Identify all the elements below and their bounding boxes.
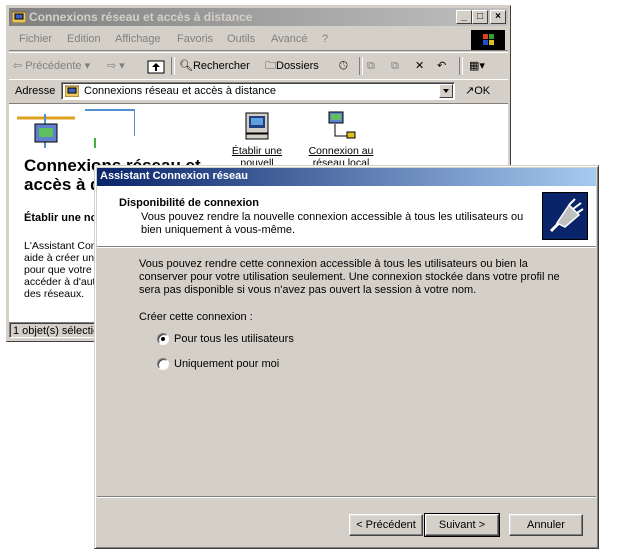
undo-button[interactable]: ↶	[437, 57, 446, 75]
network-banner-icon	[17, 109, 135, 148]
new-connection-icon	[245, 112, 269, 140]
go-button[interactable]: ↗OK	[465, 82, 505, 100]
radio-button-checked[interactable]	[157, 333, 169, 345]
undo-icon: ↶	[437, 60, 447, 72]
minimize-button[interactable]: _	[456, 10, 472, 24]
explorer-title: Connexions réseau et accès à distance	[29, 10, 253, 24]
file-item-lan-connection[interactable]: Connexion au réseau local	[301, 110, 381, 169]
maximize-icon: □	[476, 11, 484, 22]
network-plug-icon	[542, 192, 588, 240]
wizard-header: Disponibilité de connexion Vous pouvez r…	[97, 186, 596, 247]
chevron-down-icon	[443, 89, 449, 93]
wizard-explanation: Vous pouvez rendre cette connexion acces…	[139, 258, 560, 296]
radio-only-me-label: Uniquement pour moi	[174, 358, 280, 370]
search-button[interactable]: 🔍︎Rechercher	[179, 57, 250, 75]
back-arrow-icon: ⇦	[13, 60, 23, 72]
back-button[interactable]: < Précédent	[349, 514, 423, 536]
address-bar: Adresse Connexions réseau et accès à dis…	[9, 79, 508, 104]
network-connection-wizard: Assistant Connexion réseau Disponibilité…	[94, 165, 599, 549]
selected-item-description: L'Assistant Con aide à créer un pour que…	[24, 240, 97, 300]
menu-affichage[interactable]: Affichage	[115, 33, 161, 45]
folders-icon: 🗀	[265, 60, 276, 72]
wizard-title: Assistant Connexion réseau	[100, 170, 248, 182]
delete-button[interactable]: ✕	[415, 57, 424, 75]
radio-button-unchecked[interactable]	[157, 358, 169, 370]
menu-edition[interactable]: Edition	[67, 33, 101, 45]
menu-fichier[interactable]: Fichier	[19, 33, 52, 45]
cancel-button[interactable]: Annuler	[509, 514, 583, 536]
status-text: 1 objet(s) sélectionné(s)	[9, 322, 99, 338]
delete-icon: ✕	[415, 60, 425, 72]
windows-logo-icon	[471, 30, 505, 50]
menu-outils[interactable]: Outils	[227, 33, 255, 45]
history-button[interactable]: 🕓︎	[339, 57, 348, 75]
explorer-title-bar[interactable]: Connexions réseau et accès à distance _ …	[9, 8, 508, 26]
up-folder-icon	[147, 60, 165, 74]
move-to-icon: ⧉	[367, 60, 375, 72]
copy-to-button[interactable]: ⧉	[391, 57, 399, 75]
radio-all-users-label: Pour tous les utilisateurs	[174, 333, 294, 345]
address-dropdown-button[interactable]	[439, 84, 453, 98]
address-value: Connexions réseau et accès à distance	[84, 85, 277, 97]
folders-button[interactable]: 🗀Dossiers	[265, 57, 319, 75]
forward-arrow-icon: ⇨	[107, 60, 117, 72]
menu-help[interactable]: ?	[322, 33, 328, 45]
network-folder-icon	[65, 85, 79, 97]
wizard-title-bar[interactable]: Assistant Connexion réseau	[97, 168, 596, 186]
views-icon: ▦▾	[469, 60, 485, 72]
views-button[interactable]: ▦▾	[469, 57, 485, 75]
lan-connection-icon	[328, 111, 356, 139]
toolbar: ⇦ Précédente ▾ ⇨ ▾ 🔍︎Rechercher 🗀Dossier…	[9, 52, 508, 80]
address-input[interactable]: Connexions réseau et accès à distance	[61, 82, 455, 100]
address-label: Adresse	[15, 85, 56, 97]
forward-button[interactable]: ⇨ ▾	[107, 57, 125, 75]
wizard-page-title: Disponibilité de connexion	[119, 197, 259, 209]
network-folder-icon	[12, 11, 26, 23]
dropdown-arrow-icon: ▾	[119, 60, 125, 72]
menu-favoris[interactable]: Favoris	[177, 33, 213, 45]
move-to-button[interactable]: ⧉	[367, 57, 375, 75]
menu-avance[interactable]: Avancé	[271, 33, 308, 45]
close-icon: ×	[495, 11, 501, 22]
wizard-page-subtitle: Vous pouvez rendre la nouvelle connexion…	[141, 211, 524, 236]
up-folder-button[interactable]	[147, 57, 165, 75]
next-button[interactable]: Suivant >	[424, 513, 500, 537]
search-icon: 🔍︎	[179, 60, 193, 72]
go-arrow-icon: ↗	[465, 85, 475, 97]
maximize-button[interactable]: □	[472, 10, 488, 24]
menu-bar: Fichier Edition Affichage Favoris Outils…	[9, 28, 508, 51]
close-button[interactable]: ×	[490, 10, 506, 24]
history-icon: 🕓︎	[339, 60, 348, 72]
create-connection-label: Créer cette connexion :	[139, 311, 253, 323]
back-button[interactable]: ⇦ Précédente ▾	[13, 57, 90, 75]
dropdown-arrow-icon: ▾	[84, 60, 91, 72]
copy-to-icon: ⧉	[391, 60, 399, 72]
file-item-new-connection[interactable]: Établir une nouvell	[227, 110, 287, 169]
minimize-icon: _	[461, 11, 467, 22]
